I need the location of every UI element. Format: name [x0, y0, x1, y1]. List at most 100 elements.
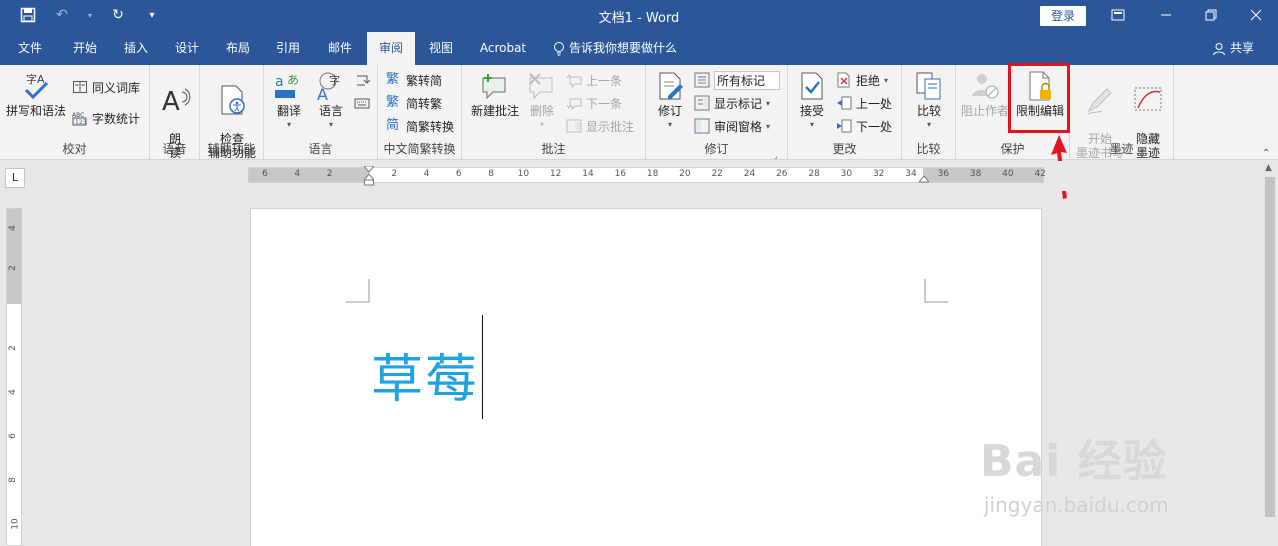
tab-review[interactable]: 审阅: [367, 32, 415, 65]
ribbon-display-options-icon[interactable]: [1106, 4, 1130, 26]
document-text[interactable]: 草莓: [371, 337, 479, 412]
spelling-grammar-button[interactable]: 字A 拼写和语法: [4, 70, 68, 118]
svg-text:A: A: [317, 85, 328, 102]
close-icon[interactable]: [1244, 4, 1268, 26]
ruler-number: 2: [326, 169, 333, 179]
scroll-up-icon[interactable]: ▲: [1265, 163, 1272, 173]
document-page[interactable]: 草莓: [250, 208, 1042, 546]
reviewing-pane-label: 审阅窗格: [714, 119, 763, 134]
group-tracking: 修订 ▾ 所有标记 ▾ 显示标记 ▾ 审阅窗格 ▾ ⌟ 修订: [646, 65, 788, 160]
compare-button[interactable]: 比较 ▾: [910, 70, 948, 132]
conversion-char-icon: 简: [386, 118, 400, 133]
show-comments-icon: [566, 119, 582, 133]
group-chinese-conversion: 繁 繁转简 繁 简转繁 简 简繁转换 中文简繁转换: [378, 65, 462, 160]
keyboard-icon-button[interactable]: [354, 93, 370, 113]
tab-insert[interactable]: 插入: [113, 32, 159, 65]
ink-to-text-icon-button[interactable]: [354, 71, 370, 91]
tab-home[interactable]: 开始: [62, 32, 108, 65]
svg-text:字A: 字A: [26, 72, 45, 86]
next-change-label: 下一处: [856, 119, 893, 134]
login-button[interactable]: 登录: [1040, 6, 1086, 26]
track-changes-button[interactable]: 修订 ▾: [652, 70, 688, 132]
thesaurus-button[interactable]: 同义词库: [72, 77, 140, 97]
show-comments-button[interactable]: 显示批注: [566, 116, 634, 136]
group-comments: 新建批注 删除 ▾ 上一条 下一条 显示批注 批注: [462, 65, 646, 160]
text-cursor: [482, 315, 483, 419]
vertical-ruler-numbers: 4 2 2 4 6 8 10: [7, 209, 21, 545]
block-authors-label: 阻止作者: [960, 104, 1009, 118]
group-proofing: 字A 拼写和语法 同义词库 ABC 123 字数统计 校对: [0, 65, 150, 160]
tab-layout[interactable]: 布局: [215, 32, 261, 65]
vertical-ruler-number: 4: [7, 389, 18, 395]
group-label-comments: 批注: [541, 142, 566, 156]
translate-label: 翻译: [276, 104, 301, 118]
document-title: 文档1 - Word: [598, 11, 680, 26]
group-label-accessibility: 辅助功能: [207, 142, 256, 156]
tab-view[interactable]: 视图: [418, 32, 464, 65]
markup-icon: [694, 72, 710, 88]
collapse-ribbon-icon[interactable]: ⌃: [1262, 143, 1270, 163]
baidu-watermark: Bai 经验 jingyan.baidu.com: [980, 405, 1240, 525]
ruler-number: 6: [262, 169, 268, 179]
tab-file[interactable]: 文件: [8, 32, 52, 65]
block-authors-button[interactable]: 阻止作者: [958, 70, 1012, 118]
next-comment-button[interactable]: 下一条: [566, 93, 622, 113]
next-change-button[interactable]: 下一处: [836, 116, 892, 136]
compare-icon: [916, 72, 941, 100]
ruler-number: 4: [294, 169, 301, 179]
share-button[interactable]: 共享: [1212, 32, 1254, 65]
pen-arrow-icon: [357, 75, 370, 86]
thesaurus-label: 同义词库: [92, 80, 141, 95]
previous-change-label: 上一处: [856, 96, 893, 111]
right-indent-marker-icon[interactable]: [919, 174, 929, 184]
ruler-number: 4: [423, 169, 430, 179]
chinese-conversion-button[interactable]: 简 简繁转换: [386, 116, 454, 136]
watermark-main: Bai 经验: [980, 436, 1168, 487]
accept-label: 接受: [799, 104, 824, 118]
horizontal-ruler[interactable]: 6 4 2 2 4 6 8 10 12 14 16 18 20 22 24 26 28 30 32 34 36 38 40 4…: [248, 166, 1046, 186]
new-comment-button[interactable]: 新建批注: [468, 70, 522, 118]
reviewing-pane-button[interactable]: 审阅窗格 ▾: [694, 116, 770, 136]
vertical-scrollbar[interactable]: ▲: [1262, 161, 1278, 546]
language-icon: 字A: [317, 72, 340, 102]
ribbon-tab-bar: 文件 开始 插入 设计 布局 引用 邮件 审阅 视图 Acrobat 告诉我你想…: [0, 32, 1278, 65]
show-markup-button[interactable]: 显示标记 ▾: [694, 93, 770, 113]
word-count-button[interactable]: ABC 123 字数统计: [72, 108, 140, 128]
tab-mailings[interactable]: 邮件: [317, 32, 363, 65]
previous-comment-button[interactable]: 上一条: [566, 70, 622, 90]
restore-icon[interactable]: [1199, 4, 1223, 26]
previous-comment-label: 上一条: [586, 73, 623, 88]
vertical-ruler[interactable]: 4 2 2 4 6 8 10: [6, 208, 22, 546]
indent-marker-icon[interactable]: [364, 166, 374, 186]
highlight-box: [1008, 63, 1070, 133]
traditional-to-simplified-button[interactable]: 繁 繁转简: [386, 70, 442, 90]
tell-me-search[interactable]: 告诉我你想要做什么: [553, 32, 677, 65]
group-label-proofing: 校对: [62, 142, 87, 156]
keyboard-icon: [354, 98, 370, 109]
markup-select[interactable]: 所有标记 ▾: [694, 70, 781, 90]
previous-change-button[interactable]: 上一处: [836, 93, 892, 113]
tab-selector[interactable]: L: [5, 168, 25, 188]
group-accessibility: 检查 辅助功能 辅助功能: [200, 65, 264, 160]
tab-references[interactable]: 引用: [265, 32, 311, 65]
language-button[interactable]: 字A 语言 ▾: [312, 70, 350, 132]
simplified-to-traditional-button[interactable]: 繁 简转繁: [386, 93, 442, 113]
group-compare: 比较 ▾ 比较: [902, 65, 956, 160]
scrollbar-thumb[interactable]: [1265, 177, 1275, 517]
watermark-sub: jingyan.baidu.com: [984, 493, 1169, 517]
translate-button[interactable]: aあ 翻译 ▾: [270, 70, 308, 132]
show-markup-icon: [694, 95, 710, 111]
track-changes-icon: [659, 72, 683, 100]
accept-button[interactable]: 接受 ▾: [794, 70, 830, 132]
delete-comment-button[interactable]: 删除 ▾: [524, 70, 560, 132]
svg-text:あ: あ: [287, 73, 299, 87]
show-comments-label: 显示批注: [586, 119, 635, 134]
vertical-ruler-number: 10: [10, 518, 21, 530]
minimize-icon[interactable]: [1154, 4, 1178, 26]
top-left-corner-mark: [346, 279, 370, 303]
ruler-number: 42: [1034, 169, 1046, 179]
tab-acrobat[interactable]: Acrobat: [472, 32, 534, 65]
reject-icon: [837, 72, 850, 88]
reject-button[interactable]: 拒绝 ▾: [836, 70, 888, 90]
tab-design[interactable]: 设计: [164, 32, 210, 65]
